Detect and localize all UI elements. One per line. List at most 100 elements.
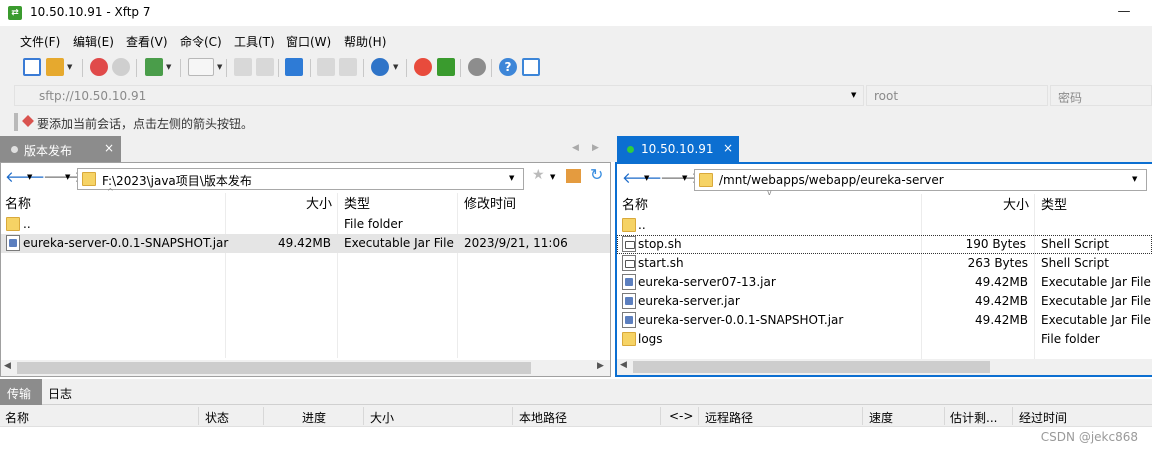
scroll-right-icon[interactable]: ▶ bbox=[597, 361, 604, 371]
xshell-icon[interactable] bbox=[414, 58, 432, 76]
column-header-name[interactable]: 名称 bbox=[5, 193, 31, 213]
file-type: Executable Jar File bbox=[1041, 275, 1151, 289]
username-input[interactable]: root bbox=[866, 85, 1048, 106]
menu-view[interactable]: 查看(V) bbox=[126, 33, 168, 50]
disconnect-icon[interactable] bbox=[90, 58, 108, 76]
copy-icon[interactable] bbox=[317, 58, 335, 76]
column-header-size[interactable]: 大小 bbox=[306, 193, 332, 213]
column-header-type[interactable]: 类型 bbox=[1041, 194, 1067, 214]
chevron-down-icon[interactable]: ▼ bbox=[67, 63, 72, 71]
column-header-name[interactable]: 名称 bbox=[5, 409, 29, 426]
open-folder-icon[interactable] bbox=[46, 58, 64, 76]
menu-command[interactable]: 命令(C) bbox=[180, 33, 222, 50]
list-item[interactable]: start.sh 263 Bytes Shell Script bbox=[617, 254, 1152, 273]
remote-file-pane: 🡐 ▼ 🡒 ▼ /mnt/webapps/webapp/eureka-serve… bbox=[615, 162, 1152, 377]
new-session-icon[interactable] bbox=[23, 58, 41, 76]
list-item[interactable]: logs File folder bbox=[617, 330, 1152, 349]
host-address-input[interactable]: sftp://10.50.10.91 ▼ bbox=[14, 85, 864, 106]
column-header-speed[interactable]: 速度 bbox=[869, 409, 893, 426]
file-type: Executable Jar File bbox=[1041, 313, 1151, 327]
scrollbar-thumb[interactable] bbox=[17, 362, 531, 374]
local-path-value: F:\2023\java项目\版本发布 bbox=[102, 174, 252, 188]
close-icon[interactable]: × bbox=[104, 141, 114, 155]
back-icon[interactable]: 🡐 bbox=[5, 167, 45, 186]
chevron-down-icon[interactable]: ▼ bbox=[682, 174, 687, 182]
list-item[interactable]: eureka-server07-13.jar 49.42MB Executabl… bbox=[617, 273, 1152, 292]
transfer-header: 名称 状态 进度 大小 本地路径 <-> 远程路径 速度 估计剩... 经过时间 bbox=[0, 405, 1152, 427]
reconnect-icon[interactable] bbox=[112, 58, 130, 76]
menu-edit[interactable]: 编辑(E) bbox=[73, 33, 114, 50]
menu-help[interactable]: 帮助(H) bbox=[344, 33, 386, 50]
list-item[interactable]: .. bbox=[617, 216, 1152, 235]
column-header-name[interactable]: 名称 bbox=[622, 194, 648, 214]
list-item[interactable]: eureka-server.jar 49.42MB Executable Jar… bbox=[617, 292, 1152, 311]
xftp-icon[interactable] bbox=[437, 58, 455, 76]
chevron-down-icon[interactable]: ▼ bbox=[851, 91, 856, 99]
scroll-left-icon[interactable]: ◀ bbox=[620, 360, 627, 370]
column-header-elapsed[interactable]: 经过时间 bbox=[1019, 409, 1067, 426]
shell-script-icon bbox=[622, 255, 636, 271]
chevron-down-icon[interactable]: ▼ bbox=[509, 174, 514, 182]
menu-window[interactable]: 窗口(W) bbox=[286, 33, 331, 50]
file-type: Shell Script bbox=[1041, 237, 1109, 251]
column-header-local-path[interactable]: 本地路径 bbox=[519, 409, 567, 426]
menu-tools[interactable]: 工具(T) bbox=[234, 33, 275, 50]
minimize-button[interactable]: — bbox=[1104, 2, 1144, 24]
column-header-size[interactable]: 大小 bbox=[1003, 194, 1029, 214]
file-size: 49.42MB bbox=[975, 275, 1028, 289]
list-item[interactable]: eureka-server-0.0.1-SNAPSHOT.jar 49.42MB… bbox=[1, 234, 610, 253]
home-icon[interactable] bbox=[566, 169, 581, 183]
scroll-left-icon[interactable]: ◀ bbox=[4, 361, 11, 371]
password-input[interactable]: 密码 bbox=[1050, 85, 1152, 106]
back-icon[interactable]: 🡐 bbox=[622, 168, 662, 187]
hint-text: 要添加当前会话，点击左侧的箭头按钮。 bbox=[37, 117, 254, 131]
connected-dot-icon bbox=[627, 146, 634, 153]
permissions-icon[interactable] bbox=[256, 58, 274, 76]
play-icon[interactable] bbox=[188, 58, 214, 76]
chevron-down-icon[interactable]: ▼ bbox=[393, 63, 398, 71]
chevron-down-icon[interactable]: ▼ bbox=[1132, 175, 1137, 183]
chevron-down-icon[interactable]: ▼ bbox=[644, 174, 649, 182]
column-header-status[interactable]: 状态 bbox=[205, 409, 229, 426]
tab-scroll-right-icon[interactable]: ▶ bbox=[592, 143, 599, 153]
refresh-icon[interactable]: ↻ bbox=[590, 165, 603, 184]
list-item[interactable]: stop.sh 190 Bytes Shell Script bbox=[617, 235, 1152, 254]
remote-path-input[interactable]: /mnt/webapps/webapp/eureka-server ▼ bbox=[694, 169, 1147, 191]
paste-icon[interactable] bbox=[339, 58, 357, 76]
local-path-input[interactable]: F:\2023\java项目\版本发布 ▼ bbox=[77, 168, 524, 190]
chat-icon[interactable] bbox=[522, 58, 540, 76]
column-header-progress[interactable]: 进度 bbox=[302, 409, 326, 426]
column-header-size[interactable]: 大小 bbox=[370, 409, 394, 426]
column-header-modified[interactable]: 修改时间 bbox=[464, 193, 516, 213]
tab-remote[interactable]: 10.50.10.91 × bbox=[617, 136, 739, 162]
menu-file[interactable]: 文件(F) bbox=[20, 33, 60, 50]
column-header-type[interactable]: 类型 bbox=[344, 193, 370, 213]
horizontal-scrollbar[interactable]: ◀ bbox=[617, 359, 1152, 375]
properties-icon[interactable] bbox=[234, 58, 252, 76]
scrollbar-thumb[interactable] bbox=[633, 361, 990, 373]
username-placeholder: root bbox=[874, 89, 899, 103]
help-icon[interactable]: ? bbox=[499, 58, 517, 76]
chevron-down-icon[interactable]: ▼ bbox=[65, 173, 70, 181]
add-session-arrow-icon[interactable] bbox=[14, 113, 18, 131]
list-item[interactable]: .. File folder bbox=[1, 215, 610, 234]
chevron-down-icon[interactable]: ▼ bbox=[166, 63, 171, 71]
list-item[interactable]: eureka-server-0.0.1-SNAPSHOT.jar 49.42MB… bbox=[617, 311, 1152, 330]
tab-scroll-left-icon[interactable]: ◀ bbox=[572, 143, 579, 153]
gear-icon[interactable] bbox=[468, 58, 486, 76]
chevron-down-icon[interactable]: ▼ bbox=[217, 63, 222, 71]
chevron-down-icon[interactable]: ▼ bbox=[27, 173, 32, 181]
globe-icon[interactable] bbox=[371, 58, 389, 76]
star-icon[interactable]: ★ bbox=[532, 167, 545, 183]
tab-local[interactable]: 版本发布 × bbox=[0, 136, 121, 162]
column-header-eta[interactable]: 估计剩... bbox=[950, 409, 997, 426]
chevron-down-icon[interactable]: ▼ bbox=[550, 173, 555, 181]
horizontal-scrollbar[interactable]: ◀ ▶ bbox=[1, 360, 610, 376]
sync-folder-icon[interactable] bbox=[145, 58, 163, 76]
close-icon[interactable]: × bbox=[723, 141, 733, 155]
transfer-icon[interactable] bbox=[285, 58, 303, 76]
column-header-remote-path[interactable]: 远程路径 bbox=[705, 409, 753, 426]
column-header-direction[interactable]: <-> bbox=[669, 409, 693, 423]
tab-log[interactable]: 日志 bbox=[48, 385, 72, 402]
file-name: eureka-server-0.0.1-SNAPSHOT.jar bbox=[638, 313, 844, 327]
